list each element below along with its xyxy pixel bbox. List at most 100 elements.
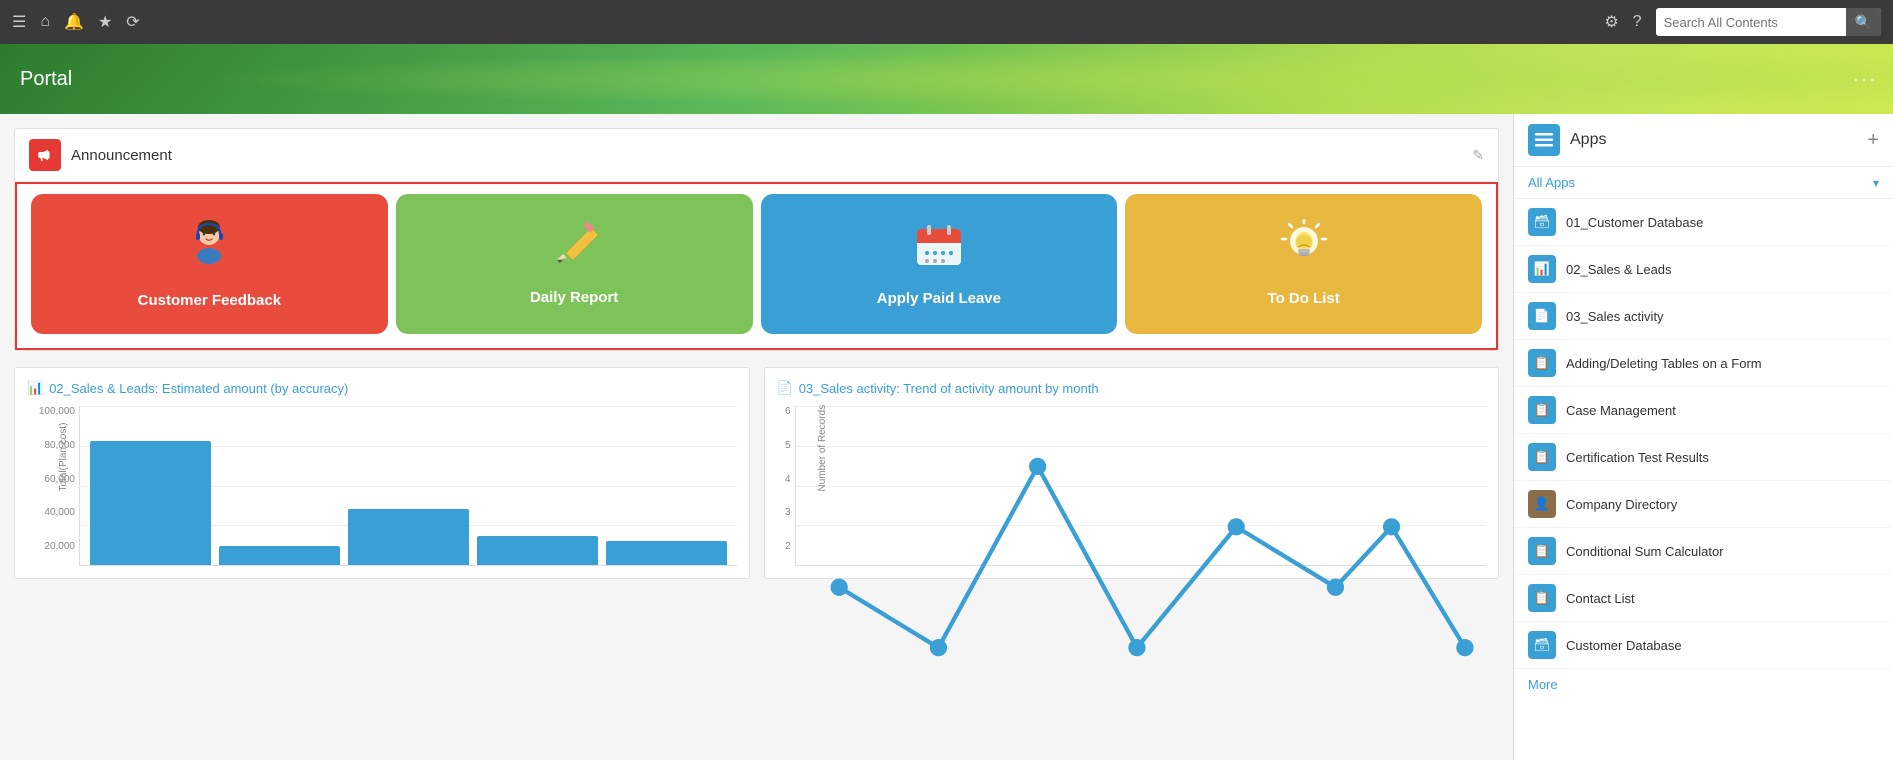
bar-3	[348, 509, 469, 565]
app-icon-contact: 📋	[1528, 584, 1556, 612]
bulb-icon	[1278, 219, 1330, 271]
tile-to-do-list[interactable]: To Do List	[1125, 194, 1482, 334]
app-list-item[interactable]: 📋 Case Management	[1514, 387, 1893, 434]
bar-4	[477, 536, 598, 565]
app-tiles: Customer Feedback	[31, 194, 1482, 334]
bar-chart-title-text: 02_Sales & Leads: Estimated amount (by a…	[49, 381, 348, 396]
list-icon	[1535, 131, 1553, 149]
line-path	[839, 466, 1465, 647]
line-chart-title-icon: 📄	[777, 380, 793, 396]
megaphone-icon	[36, 146, 54, 164]
apps-header-icon	[1528, 124, 1560, 156]
home-icon[interactable]: ⌂	[40, 13, 50, 31]
app-icon-case-mgmt: 📋	[1528, 396, 1556, 424]
line-chart-title: 📄 03_Sales activity: Trend of activity a…	[777, 380, 1487, 396]
bar-chart-card: 📊 02_Sales & Leads: Estimated amount (by…	[14, 367, 750, 579]
app-list: 🗃 01_Customer Database 📊 02_Sales & Lead…	[1514, 199, 1893, 760]
tile-label-apply-paid-leave: Apply Paid Leave	[877, 289, 1001, 309]
app-icon-cert: 📋	[1528, 443, 1556, 471]
app-list-item[interactable]: 📋 Certification Test Results	[1514, 434, 1893, 481]
portal-title: Portal	[20, 68, 72, 91]
tile-apply-paid-leave[interactable]: Apply Paid Leave	[761, 194, 1118, 334]
settings-icon[interactable]: ⚙	[1604, 12, 1618, 32]
bar-y-labels: 20,000 40,000 60,000 80,000 100,000	[27, 406, 79, 566]
refresh-icon[interactable]: ⟳	[126, 12, 139, 32]
bar-5	[606, 541, 727, 565]
app-list-item[interactable]: 📋 Conditional Sum Calculator	[1514, 528, 1893, 575]
search-input[interactable]	[1656, 15, 1846, 30]
app-icon-tables: 📋	[1528, 349, 1556, 377]
app-name: 02_Sales & Leads	[1566, 262, 1672, 277]
sidebar-header: Apps +	[1514, 114, 1893, 167]
bar-1	[90, 441, 211, 565]
content-area: Announcement ✎	[0, 114, 1513, 760]
app-icon-customer-db: 🗃	[1528, 208, 1556, 236]
tile-label-customer-feedback: Customer Feedback	[138, 291, 281, 311]
main-layout: Announcement ✎	[0, 114, 1893, 760]
all-apps-row[interactable]: All Apps ▾	[1514, 167, 1893, 199]
app-list-item[interactable]: 📋 Adding/Deleting Tables on a Form	[1514, 340, 1893, 387]
announcement-edit-btn[interactable]: ✎	[1472, 147, 1484, 164]
hero-banner: Portal ···	[0, 44, 1893, 114]
apply-paid-leave-icon	[913, 219, 965, 281]
star-icon[interactable]: ★	[98, 12, 112, 32]
daily-report-icon	[549, 220, 599, 280]
apps-sidebar: Apps + All Apps ▾ 🗃 01_Customer Database…	[1513, 114, 1893, 760]
bars-container	[80, 406, 737, 565]
app-name: 01_Customer Database	[1566, 215, 1703, 230]
announcement-header: Announcement ✎	[15, 129, 1498, 182]
hero-options[interactable]: ···	[1853, 69, 1877, 90]
bar-2	[219, 546, 340, 565]
chevron-down-icon: ▾	[1873, 176, 1879, 190]
tile-daily-report[interactable]: Daily Report	[396, 194, 753, 334]
app-icon-sales-activity: 📄	[1528, 302, 1556, 330]
app-name: Certification Test Results	[1566, 450, 1709, 465]
app-list-item[interactable]: 🗃 Customer Database	[1514, 622, 1893, 669]
customer-feedback-icon	[182, 218, 237, 283]
app-tiles-wrapper: Customer Feedback	[15, 182, 1498, 350]
line-y-labels: 2 3 4 5 6	[777, 406, 795, 566]
pencil-icon	[549, 220, 599, 270]
tile-label-to-do-list: To Do List	[1268, 289, 1340, 309]
more-link[interactable]: More	[1514, 669, 1893, 700]
app-name: Adding/Deleting Tables on a Form	[1566, 356, 1762, 371]
all-apps-label: All Apps	[1528, 175, 1873, 190]
announcement-card: Announcement ✎	[14, 128, 1499, 351]
app-name: Conditional Sum Calculator	[1566, 544, 1724, 559]
headset-person-icon	[182, 218, 237, 273]
app-list-item[interactable]: 📄 03_Sales activity	[1514, 293, 1893, 340]
app-name: Customer Database	[1566, 638, 1682, 653]
bar-chart-title-icon: 📊	[27, 380, 43, 396]
calendar-icon	[913, 219, 965, 271]
line-y-axis-label: Number of Records	[816, 405, 827, 492]
app-icon-sales-leads: 📊	[1528, 255, 1556, 283]
bar-chart-body	[79, 406, 737, 566]
app-name: Contact List	[1566, 591, 1635, 606]
line-chart-title-text: 03_Sales activity: Trend of activity amo…	[799, 381, 1099, 396]
announcement-title: Announcement	[71, 147, 1472, 164]
apps-sidebar-title: Apps	[1570, 131, 1867, 149]
topbar: ☰ ⌂ 🔔 ★ ⟳ ⚙ ? 🔍	[0, 0, 1893, 44]
bar-chart-title: 📊 02_Sales & Leads: Estimated amount (by…	[27, 380, 737, 396]
line-chart-body	[795, 406, 1487, 566]
app-name: 03_Sales activity	[1566, 309, 1664, 324]
app-list-item[interactable]: 👤 Company Directory	[1514, 481, 1893, 528]
line-chart-card: 📄 03_Sales activity: Trend of activity a…	[764, 367, 1500, 579]
search-button[interactable]: 🔍	[1846, 8, 1881, 36]
app-icon-customer-db2: 🗃	[1528, 631, 1556, 659]
bar-y-axis-label: Total(Plan cost)	[58, 423, 69, 492]
help-icon[interactable]: ?	[1633, 13, 1642, 31]
tile-label-daily-report: Daily Report	[530, 288, 618, 308]
bell-icon[interactable]: 🔔	[64, 12, 84, 32]
tile-customer-feedback[interactable]: Customer Feedback	[31, 194, 388, 334]
app-name: Company Directory	[1566, 497, 1677, 512]
add-app-btn[interactable]: +	[1867, 129, 1879, 152]
charts-row: 📊 02_Sales & Leads: Estimated amount (by…	[14, 367, 1499, 579]
to-do-list-icon	[1278, 219, 1330, 281]
app-list-item[interactable]: 📋 Contact List	[1514, 575, 1893, 622]
app-icon-company-dir: 👤	[1528, 490, 1556, 518]
line-chart-svg	[796, 406, 1487, 708]
app-list-item[interactable]: 📊 02_Sales & Leads	[1514, 246, 1893, 293]
menu-icon[interactable]: ☰	[12, 12, 26, 32]
app-list-item[interactable]: 🗃 01_Customer Database	[1514, 199, 1893, 246]
